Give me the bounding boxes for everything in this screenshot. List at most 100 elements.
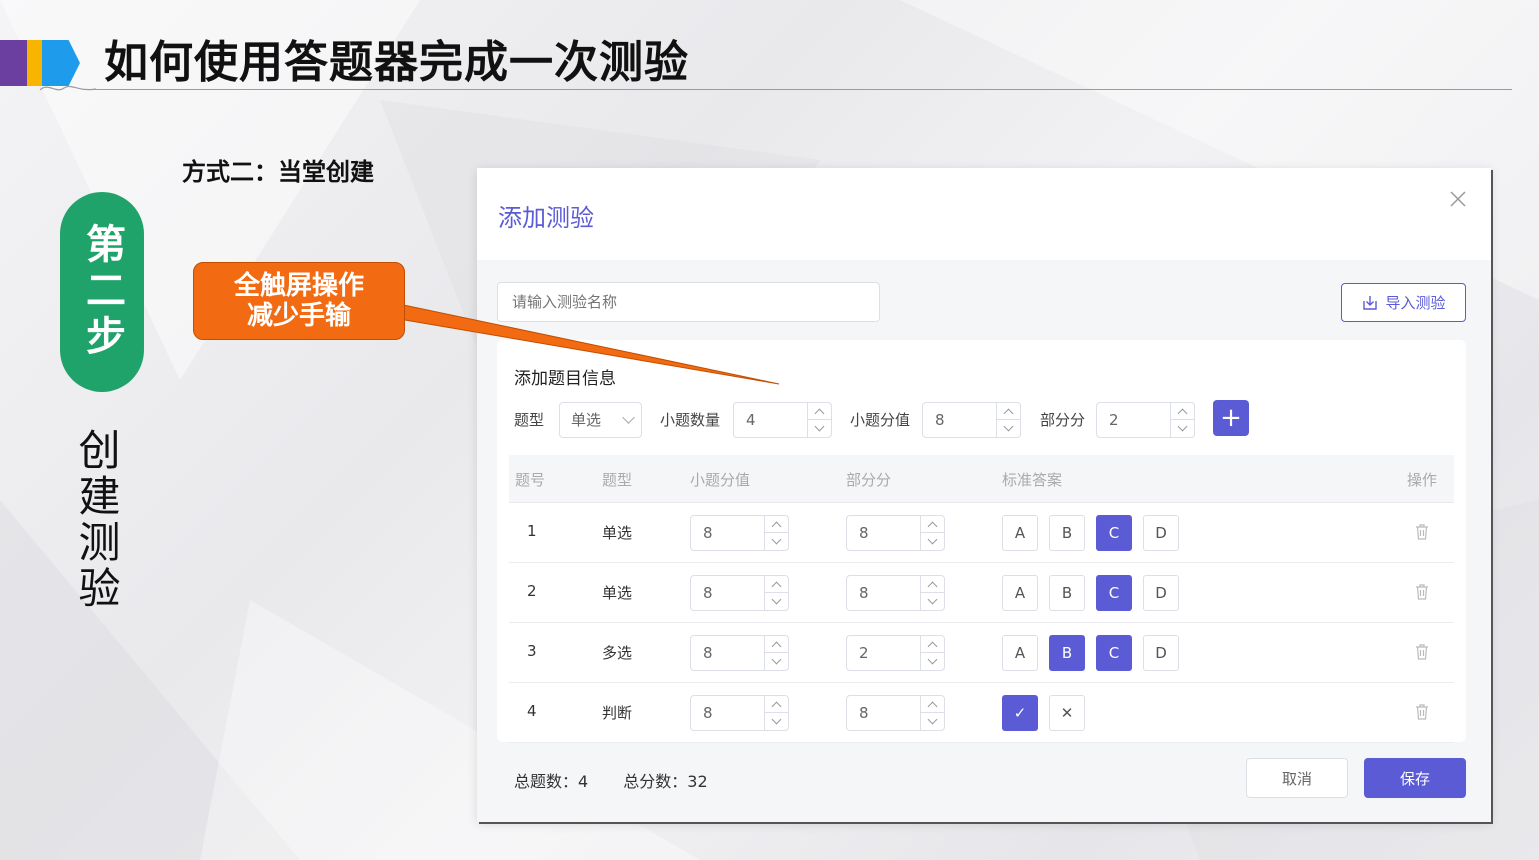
totals-summary: 总题数：4 总分数：32 (514, 768, 738, 792)
decrement-button[interactable] (921, 713, 944, 730)
answer-option-button[interactable]: A (1002, 575, 1038, 611)
increment-button[interactable] (765, 696, 788, 713)
total-score: 总分数：32 (623, 772, 708, 791)
table-header: 题号 题型 小题分值 部分分 标准答案 操作 (509, 455, 1454, 503)
table-row: 4 判断 8 8 ✓ ✕ (509, 683, 1454, 743)
trash-icon[interactable] (1414, 583, 1430, 601)
row-partial-stepper[interactable]: 8 (846, 515, 945, 551)
increment-button[interactable] (921, 576, 944, 593)
header-score: 小题分值 (690, 471, 751, 489)
partial-stepper[interactable]: 2 (1096, 402, 1195, 438)
decrement-button[interactable] (997, 420, 1020, 437)
trash-icon[interactable] (1414, 523, 1430, 541)
increment-button[interactable] (921, 696, 944, 713)
count-label: 小题数量 (660, 411, 721, 429)
row-number: 3 (527, 642, 537, 660)
count-value: 4 (746, 411, 756, 429)
answer-option-button[interactable]: ✓ (1002, 695, 1038, 731)
type-select-value: 单选 (571, 411, 602, 429)
answer-option-button[interactable]: B (1049, 515, 1085, 551)
row-score-stepper[interactable]: 8 (690, 635, 789, 671)
row-number: 4 (527, 702, 537, 720)
decrement-button[interactable] (921, 533, 944, 550)
header-no: 题号 (515, 471, 546, 489)
decrement-button[interactable] (921, 653, 944, 670)
partial-value: 2 (1109, 411, 1119, 429)
table-row: 1 单选 8 8 A B C D (509, 503, 1454, 563)
answer-option-button[interactable]: D (1143, 515, 1179, 551)
callout-bubble: 全触屏操作 减少手输 (193, 262, 405, 340)
row-partial-stepper[interactable]: 8 (846, 695, 945, 731)
header-action: 操作 (1407, 471, 1438, 489)
import-quiz-label: 导入测验 (1385, 294, 1446, 312)
row-partial-stepper[interactable]: 2 (846, 635, 945, 671)
row-score-stepper[interactable]: 8 (690, 575, 789, 611)
header-answer: 标准答案 (1002, 471, 1063, 489)
answer-option-button[interactable]: C (1096, 575, 1132, 611)
answer-option-button[interactable]: B (1049, 635, 1085, 671)
answer-option-button[interactable]: A (1002, 515, 1038, 551)
import-icon (1363, 295, 1378, 310)
decrement-button[interactable] (808, 420, 831, 437)
import-quiz-button[interactable]: 导入测验 (1341, 283, 1466, 322)
count-stepper[interactable]: 4 (733, 402, 832, 438)
trash-icon[interactable] (1414, 703, 1430, 721)
row-number: 1 (527, 522, 537, 540)
increment-button[interactable] (997, 403, 1020, 420)
close-icon[interactable] (1447, 188, 1469, 210)
answer-option-button[interactable]: D (1143, 575, 1179, 611)
row-partial-stepper[interactable]: 8 (846, 575, 945, 611)
increment-button[interactable] (765, 516, 788, 533)
row-type: 单选 (602, 524, 633, 542)
row-type: 多选 (602, 644, 633, 662)
decrement-button[interactable] (765, 533, 788, 550)
callout-line-1: 全触屏操作 (233, 271, 364, 301)
step-name: 创建测验 (72, 428, 121, 612)
increment-button[interactable] (921, 636, 944, 653)
answer-option-button[interactable]: A (1002, 635, 1038, 671)
decrement-button[interactable] (765, 653, 788, 670)
score-label: 小题分值 (850, 411, 911, 429)
increment-button[interactable] (1171, 403, 1194, 420)
callout-line-2: 减少手输 (246, 301, 351, 331)
answer-option-button[interactable]: D (1143, 635, 1179, 671)
type-select[interactable]: 单选 (559, 402, 642, 438)
decrement-button[interactable] (765, 713, 788, 730)
score-stepper[interactable]: 8 (922, 402, 1021, 438)
row-partial-stepper-value: 2 (859, 644, 869, 662)
table-row: 3 多选 8 2 A B C D (509, 623, 1454, 683)
row-score-stepper-value: 8 (703, 524, 713, 542)
total-questions: 总题数：4 (514, 772, 589, 791)
answer-option-button[interactable]: B (1049, 575, 1085, 611)
row-score-stepper-value: 8 (703, 704, 713, 722)
increment-button[interactable] (808, 403, 831, 420)
increment-button[interactable] (765, 636, 788, 653)
chevron-down-icon (622, 411, 635, 424)
table-row: 2 单选 8 8 A B C D (509, 563, 1454, 623)
row-partial-stepper-value: 8 (859, 704, 869, 722)
partial-label: 部分分 (1040, 411, 1086, 429)
row-number: 2 (527, 582, 537, 600)
decrement-button[interactable] (765, 593, 788, 610)
type-label: 题型 (514, 411, 545, 429)
header-partial: 部分分 (846, 471, 892, 489)
decrement-button[interactable] (921, 593, 944, 610)
cancel-button[interactable]: 取消 (1246, 758, 1348, 798)
row-type: 单选 (602, 584, 633, 602)
answer-option-button[interactable]: ✕ (1049, 695, 1085, 731)
answer-option-button[interactable]: C (1096, 515, 1132, 551)
add-question-button[interactable]: + (1213, 400, 1249, 436)
score-value: 8 (935, 411, 945, 429)
callout-pointer (379, 299, 780, 385)
row-partial-stepper-value: 8 (859, 524, 869, 542)
row-score-stepper[interactable]: 8 (690, 695, 789, 731)
increment-button[interactable] (765, 576, 788, 593)
save-button[interactable]: 保存 (1364, 758, 1466, 798)
trash-icon[interactable] (1414, 643, 1430, 661)
answer-option-button[interactable]: C (1096, 635, 1132, 671)
decrement-button[interactable] (1171, 420, 1194, 437)
question-info-card: 添加题目信息 题型 单选 小题数量 4 小题分值 8 部分分 2 + 题号 题型… (497, 340, 1466, 743)
header-type: 题型 (602, 471, 633, 489)
increment-button[interactable] (921, 516, 944, 533)
row-score-stepper[interactable]: 8 (690, 515, 789, 551)
